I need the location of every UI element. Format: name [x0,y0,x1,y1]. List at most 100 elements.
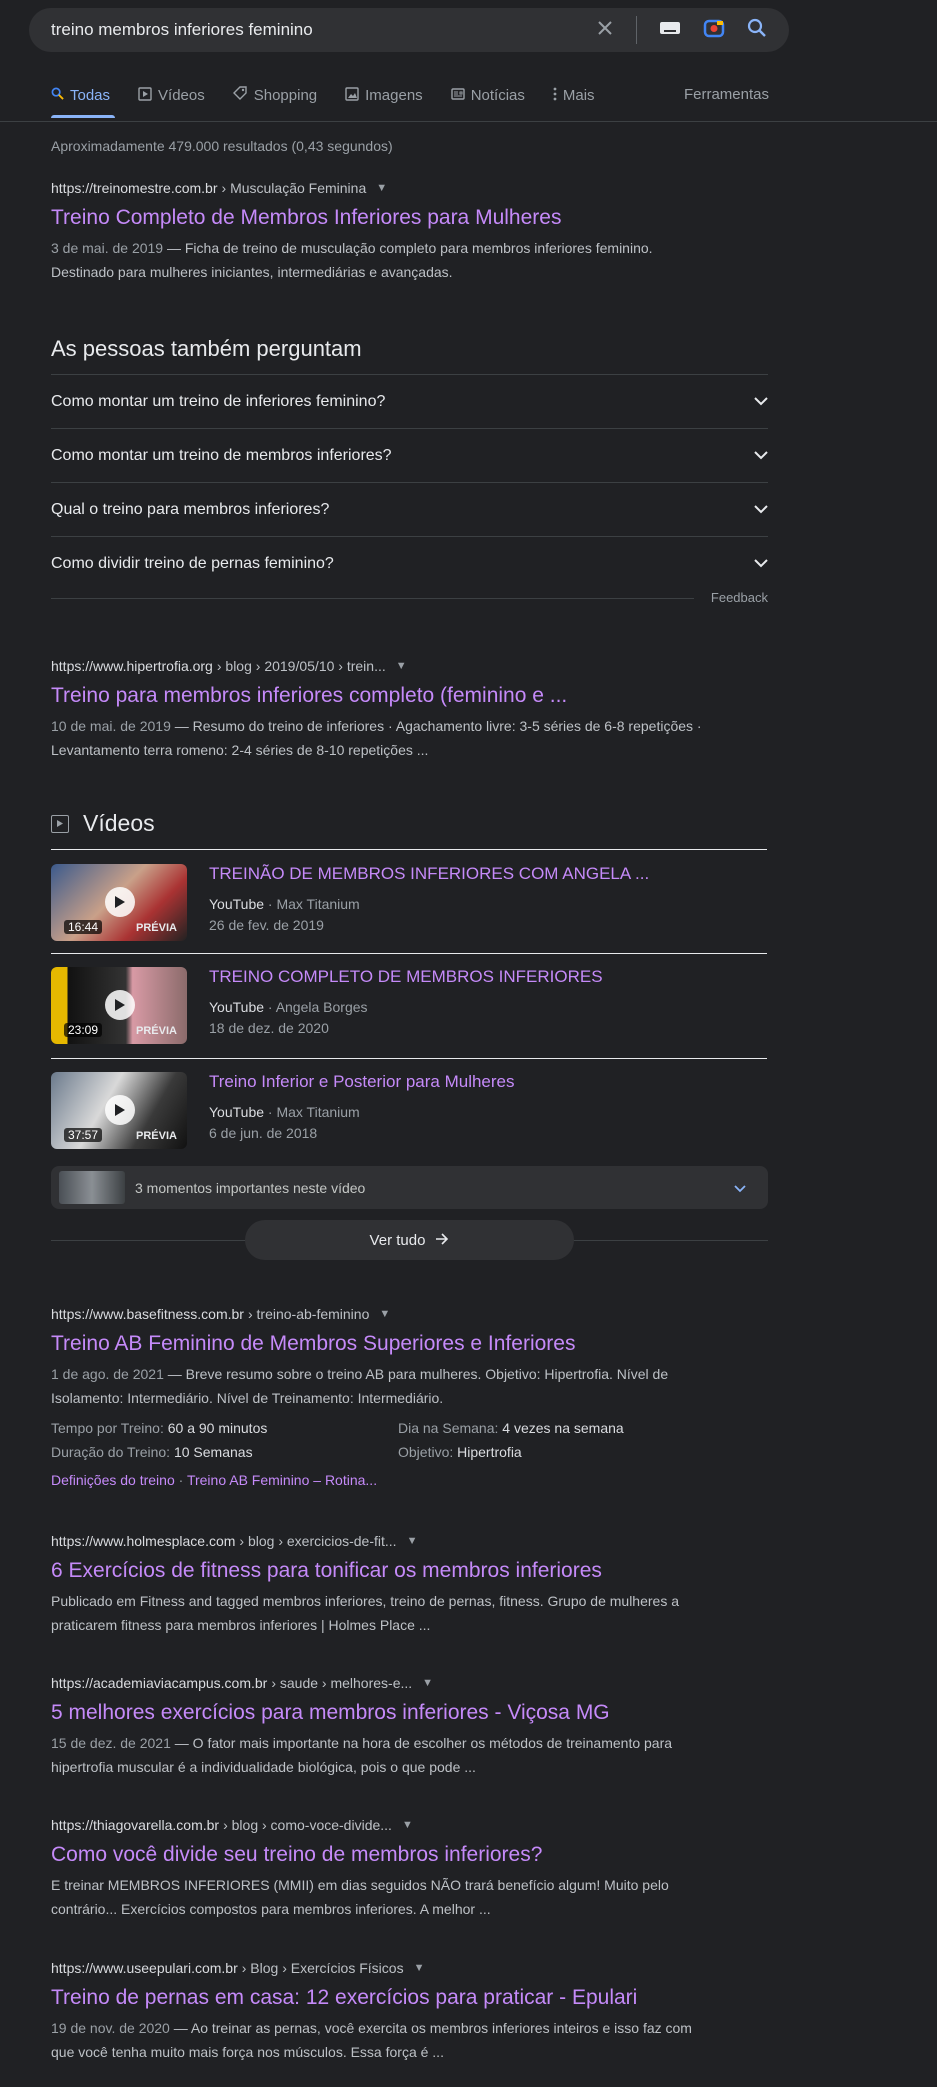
tab-mais[interactable]: Mais [553,87,595,105]
fact-key: Tempo por Treino: [51,1420,164,1436]
chevron-down-icon [734,1180,746,1196]
fact-value: 4 vezes na semana [502,1420,624,1436]
chevron-down-icon[interactable]: ▼ [379,1308,390,1320]
tab-label: Shopping [253,87,318,104]
paa-divider [51,598,694,599]
result-date: 15 de dez. de 2021 [51,1735,171,1751]
keyboard-icon[interactable] [659,21,681,40]
search-tabs: Todas Vídeos Shopping Imagens Notícias M… [51,86,769,105]
search-result: https://www.useepulari.com.br › Blog › E… [51,1960,711,2064]
paa-question[interactable]: Como montar um treino de membros inferio… [51,428,768,483]
video-date: 6 de jun. de 2018 [209,1125,318,1141]
more-icon [553,87,557,105]
tab-noticias[interactable]: Notícias [450,87,525,105]
search-input[interactable]: treino membros inferiores feminino [29,20,596,40]
result-path: › saude › melhores-e... [271,1675,413,1691]
play-icon [105,990,135,1020]
search-result: https://academiaviacampus.com.br › saude… [51,1675,711,1779]
result-site: https://www.hipertrofia.org [51,658,213,674]
search-icon[interactable] [747,18,767,43]
video-thumbnail[interactable]: 23:09 PRÉVIA [51,967,187,1044]
result-snippet: 15 de dez. de 2021 — O fator mais import… [51,1735,673,1775]
moment-thumbnail [59,1171,125,1204]
search-result: https://thiagovarella.com.br › blog › co… [51,1817,711,1921]
result-snippet: 3 de mai. de 2019 — Ficha de treino de m… [51,240,653,280]
result-path: › blog › exercicios-de-fit... [239,1533,397,1549]
chevron-down-icon[interactable]: ▼ [414,1962,425,1974]
video-preview-tag: PRÉVIA [136,922,177,934]
news-icon [450,87,465,105]
result-site: https://thiagovarella.com.br [51,1817,220,1833]
video-duration: 16:44 [64,920,103,934]
result-title[interactable]: 5 melhores exercícios para membros infer… [51,1699,711,1727]
video-channel: Max Titanium [276,1104,360,1120]
chevron-down-icon[interactable]: ▼ [407,1535,418,1547]
video-duration: 37:57 [64,1128,103,1142]
video-title[interactable]: TREINÃO DE MEMBROS INFERIORES COM ANGELA… [209,864,649,884]
tab-videos[interactable]: Vídeos [138,86,205,105]
paa-question[interactable]: Qual o treino para membros inferiores? [51,482,768,537]
play-icon [105,1095,135,1125]
result-date: 10 de mai. de 2019 [51,718,171,734]
fact-value: 10 Semanas [173,1444,253,1460]
chevron-down-icon [754,393,768,411]
sitelink[interactable]: Definições do treino [51,1472,175,1488]
fact-key: Objetivo: [398,1444,454,1460]
videos-heading-label: Vídeos [83,810,155,836]
chevron-down-icon[interactable]: ▼ [422,1677,433,1689]
video-title[interactable]: TREINO COMPLETO DE MEMBROS INFERIORES [209,967,603,987]
key-moments-panel[interactable]: 3 momentos importantes neste vídeo [51,1166,768,1209]
camera-search-icon[interactable] [703,17,725,44]
sitelink[interactable]: Treino AB Feminino – Rotina... [187,1472,377,1488]
result-site: https://www.useepulari.com.br [51,1960,238,1976]
paa-question[interactable]: Como montar um treino de inferiores femi… [51,374,768,429]
feedback-link[interactable]: Feedback [711,590,768,605]
result-cite: https://www.holmesplace.com › blog › exe… [51,1533,711,1549]
result-title[interactable]: 6 Exercícios de fitness para tonificar o… [51,1557,711,1585]
tab-label: Todas [70,87,111,104]
result-snippet-text: Publicado em Fitness and tagged membros … [51,1593,679,1633]
result-title[interactable]: Como você divide seu treino de membros i… [51,1841,711,1869]
result-cite: https://www.hipertrofia.org › blog › 201… [51,658,711,674]
search-bar[interactable]: treino membros inferiores feminino [29,8,789,52]
chevron-down-icon[interactable]: ▼ [402,1819,413,1831]
result-snippet: E treinar MEMBROS INFERIORES (MMII) em d… [51,1873,711,1921]
video-preview-tag: PRÉVIA [136,1025,177,1037]
result-title[interactable]: Treino de pernas em casa: 12 exercícios … [51,1984,711,2012]
result-title[interactable]: Treino Completo de Membros Inferiores pa… [51,204,711,232]
search-result: https://treinomestre.com.br › Musculação… [51,180,711,284]
play-icon [105,887,135,917]
chevron-down-icon[interactable]: ▼ [376,182,387,194]
tab-imagens[interactable]: Imagens [345,86,423,105]
result-title[interactable]: Treino para membros inferiores completo … [51,682,711,710]
result-title[interactable]: Treino AB Feminino de Membros Superiores… [51,1330,711,1358]
video-channel: Max Titanium [276,896,360,912]
key-moments-label: 3 momentos importantes neste vídeo [135,1179,366,1196]
fact-key: Duração do Treino: [51,1444,171,1460]
result-path: › treino-ab-feminino [247,1306,370,1322]
clear-icon[interactable] [596,19,614,42]
result-stats: Aproximadamente 479.000 resultados (0,43… [51,138,393,154]
tools-button[interactable]: Ferramentas [684,86,769,103]
result-cite: https://www.useepulari.com.br › Blog › E… [51,1960,711,1976]
video-item[interactable]: 16:44 PRÉVIA TREINÃO DE MEMBROS INFERIOR… [51,864,767,944]
result-date: 19 de nov. de 2020 [51,2020,170,2036]
video-thumbnail[interactable]: 16:44 PRÉVIA [51,864,187,941]
video-thumbnail[interactable]: 37:57 PRÉVIA [51,1072,187,1149]
see-all-button[interactable]: Ver tudo [245,1220,574,1260]
chevron-down-icon [754,447,768,465]
video-item[interactable]: 37:57 PRÉVIA Treino Inferior e Posterior… [51,1072,767,1152]
tab-label: Mais [562,87,595,104]
video-item[interactable]: 23:09 PRÉVIA TREINO COMPLETO DE MEMBROS … [51,967,767,1047]
tab-shopping[interactable]: Shopping [232,86,318,105]
chevron-down-icon[interactable]: ▼ [396,660,407,672]
result-snippet-text: E treinar MEMBROS INFERIORES (MMII) em d… [51,1877,669,1917]
tab-todas[interactable]: Todas [51,87,110,104]
search-result: https://www.basefitness.com.br › treino-… [51,1306,711,1488]
search-result: https://www.hipertrofia.org › blog › 201… [51,658,711,762]
search-divider [636,16,637,44]
video-title[interactable]: Treino Inferior e Posterior para Mulhere… [209,1072,515,1092]
paa-question[interactable]: Como dividir treino de pernas feminino? [51,536,768,591]
paa-question-text: Qual o treino para membros inferiores? [51,501,330,518]
video-icon [138,86,152,105]
